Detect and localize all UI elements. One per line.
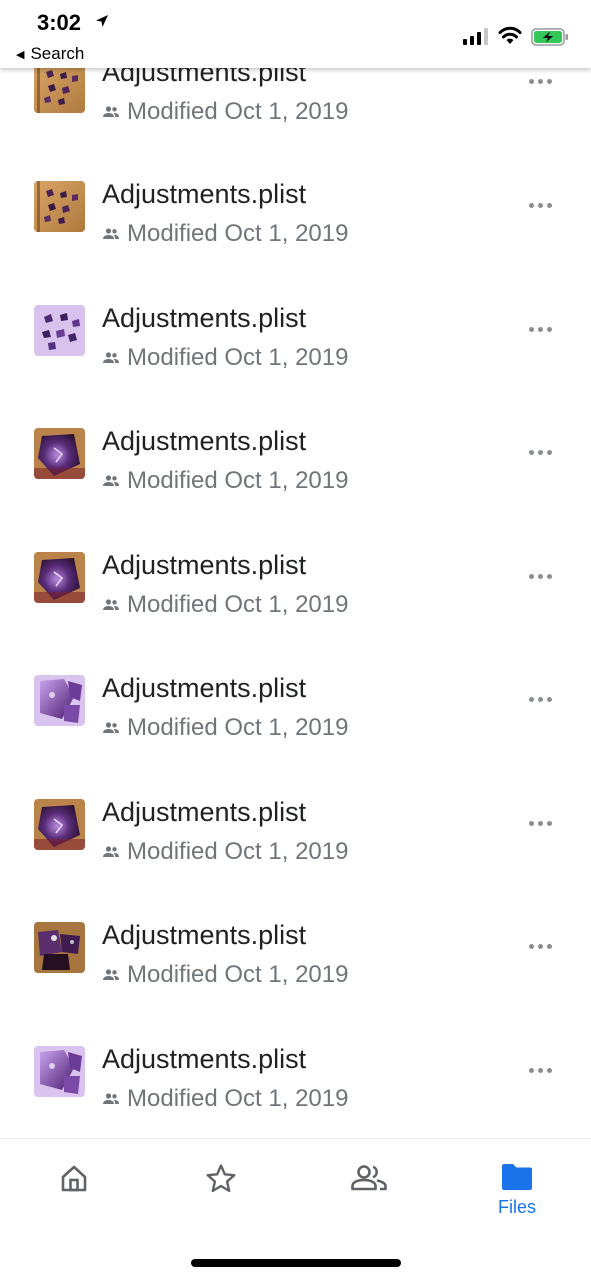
modified-date: Modified Oct 1, 2019 <box>127 591 349 618</box>
more-dots-icon <box>528 1067 552 1073</box>
file-meta: Modified Oct 1, 2019 <box>102 1084 348 1114</box>
shared-people-icon <box>102 227 120 241</box>
file-list[interactable]: Adjustments.plist Modified Oct 1, 2019 Adj… <box>0 0 591 1138</box>
back-caret-icon: ◀ <box>16 48 25 61</box>
shared-people-icon <box>102 721 120 735</box>
file-thumbnail <box>34 922 85 973</box>
file-name: Adjustments.plist <box>102 920 307 950</box>
tab-files[interactable]: Files <box>477 1163 557 1233</box>
modified-date: Modified Oct 1, 2019 <box>127 961 349 988</box>
more-options-button[interactable] <box>520 190 560 220</box>
file-row[interactable]: Adjustments.plist Modified Oct 1, 2019 <box>0 549 591 672</box>
file-thumbnail <box>34 428 85 479</box>
more-options-button[interactable] <box>520 684 560 714</box>
file-name: Adjustments.plist <box>102 673 307 703</box>
file-name: Adjustments.plist <box>102 303 307 333</box>
file-thumbnail <box>34 1046 85 1097</box>
shared-people-icon <box>102 105 120 119</box>
file-name: Adjustments.plist <box>102 550 307 580</box>
more-dots-icon <box>528 202 552 208</box>
file-meta: Modified Oct 1, 2019 <box>102 837 348 867</box>
shared-people-icon <box>102 474 120 488</box>
more-options-button[interactable] <box>520 808 560 838</box>
modified-date: Modified Oct 1, 2019 <box>127 220 349 247</box>
file-name: Adjustments.plist <box>102 179 307 209</box>
more-options-button[interactable] <box>520 931 560 961</box>
shared-people-icon <box>102 845 120 859</box>
file-name: Adjustments.plist <box>102 1044 307 1074</box>
home-indicator <box>191 1259 401 1267</box>
file-name: Adjustments.plist <box>102 426 307 456</box>
file-row[interactable]: Adjustments.plist Modified Oct 1, 2019 <box>0 56 591 179</box>
file-thumbnail <box>34 62 85 113</box>
file-row[interactable]: Adjustments.plist Modified Oct 1, 2019 <box>0 919 591 1042</box>
more-dots-icon <box>528 326 552 332</box>
tab-starred[interactable] <box>181 1163 261 1233</box>
file-name: Adjustments.plist <box>102 797 307 827</box>
file-row[interactable]: Adjustments.plist Modified Oct 1, 2019 <box>0 302 591 425</box>
file-meta: Modified Oct 1, 2019 <box>102 713 348 743</box>
shared-people-icon <box>102 1092 120 1106</box>
modified-date: Modified Oct 1, 2019 <box>127 714 349 741</box>
file-row[interactable]: Adjustments.plist Modified Oct 1, 2019 <box>0 178 591 301</box>
home-icon <box>61 1165 87 1192</box>
folder-icon <box>502 1164 532 1190</box>
file-row[interactable]: Adjustments.plist Modified Oct 1, 2019 <box>0 1043 591 1138</box>
shared-people-icon <box>102 968 120 982</box>
modified-date: Modified Oct 1, 2019 <box>127 838 349 865</box>
modified-date: Modified Oct 1, 2019 <box>127 1085 349 1112</box>
wifi-icon <box>498 26 522 44</box>
modified-date: Modified Oct 1, 2019 <box>127 467 349 494</box>
tab-home[interactable] <box>34 1163 114 1233</box>
file-thumbnail <box>34 181 85 232</box>
star-icon <box>206 1164 236 1193</box>
back-to-search-link[interactable]: ◀ Search <box>16 44 84 64</box>
status-time: 3:02 <box>37 10 82 35</box>
more-dots-icon <box>528 573 552 579</box>
tab-files-label: Files <box>497 1197 536 1217</box>
file-meta: Modified Oct 1, 2019 <box>102 97 348 127</box>
back-label: Search <box>30 44 85 63</box>
more-dots-icon <box>528 449 552 455</box>
shared-people-icon <box>102 351 120 365</box>
shared-people-icon <box>102 598 120 612</box>
cellular-signal-icon <box>463 28 488 45</box>
more-options-button[interactable] <box>520 314 560 344</box>
more-options-button[interactable] <box>520 437 560 467</box>
file-thumbnail <box>34 675 85 726</box>
file-meta: Modified Oct 1, 2019 <box>102 219 348 249</box>
more-dots-icon <box>528 943 552 949</box>
status-bar: 3:02 ◀ Search <box>0 0 591 68</box>
file-meta: Modified Oct 1, 2019 <box>102 960 348 990</box>
modified-date: Modified Oct 1, 2019 <box>127 98 349 125</box>
more-dots-icon <box>528 820 552 826</box>
more-options-button[interactable] <box>520 561 560 591</box>
file-meta: Modified Oct 1, 2019 <box>102 343 348 373</box>
file-row[interactable]: Adjustments.plist Modified Oct 1, 2019 <box>0 425 591 548</box>
file-row[interactable]: Adjustments.plist Modified Oct 1, 2019 <box>0 796 591 919</box>
location-arrow-icon <box>96 15 108 27</box>
battery-charging-icon <box>531 28 568 46</box>
tab-shared[interactable] <box>329 1163 409 1233</box>
file-thumbnail <box>34 552 85 603</box>
more-options-button[interactable] <box>520 1055 560 1085</box>
more-options-button[interactable] <box>520 66 560 96</box>
file-meta: Modified Oct 1, 2019 <box>102 466 348 496</box>
file-row[interactable]: Adjustments.plist Modified Oct 1, 2019 <box>0 672 591 795</box>
file-thumbnail <box>34 305 85 356</box>
file-meta: Modified Oct 1, 2019 <box>102 590 348 620</box>
people-icon <box>351 1165 387 1191</box>
more-dots-icon <box>528 78 552 84</box>
modified-date: Modified Oct 1, 2019 <box>127 344 349 371</box>
file-thumbnail <box>34 799 85 850</box>
more-dots-icon <box>528 696 552 702</box>
